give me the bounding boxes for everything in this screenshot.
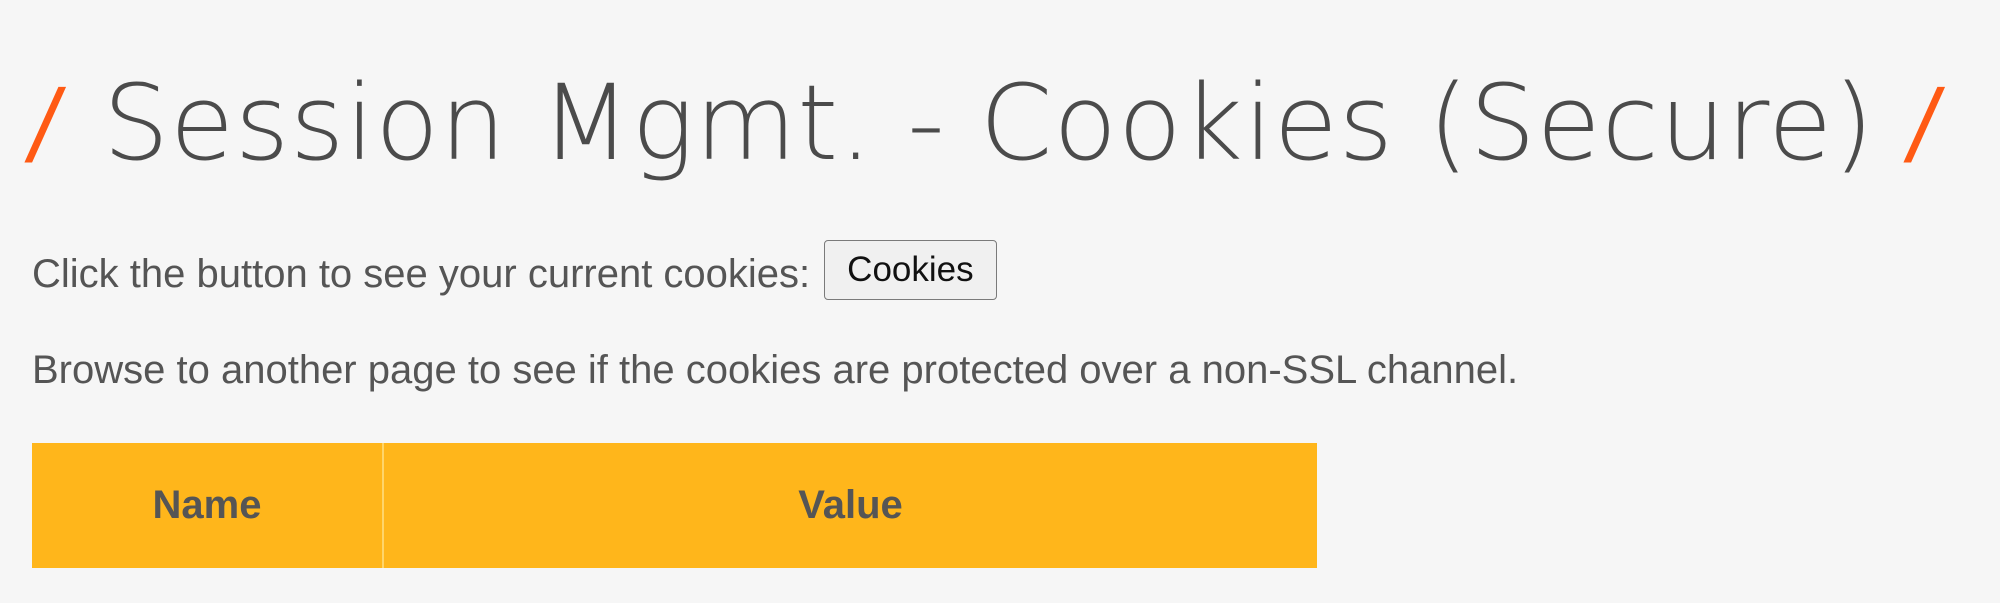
title-right-slash: / (1901, 69, 1948, 176)
cookies-instruction-row: Click the button to see your current coo… (32, 240, 997, 300)
title-text: Session Mgmt. - Cookies (Secure) (103, 62, 1875, 184)
value-column-header: Value (798, 483, 903, 527)
table-header-row: Name Value (32, 443, 1317, 568)
browse-note: Browse to another page to see if the coo… (32, 348, 1519, 392)
page-title: / Session Mgmt. - Cookies (Secure) / (23, 38, 1970, 208)
cookies-table: Name Value (32, 443, 1317, 568)
title-left-slash: / (22, 69, 69, 176)
cookies-instruction-text: Click the button to see your current coo… (32, 252, 811, 296)
name-column-header: Name (32, 443, 384, 568)
page: / Session Mgmt. - Cookies (Secure) / Cli… (0, 0, 2000, 603)
cookies-button[interactable]: Cookies (824, 240, 997, 300)
